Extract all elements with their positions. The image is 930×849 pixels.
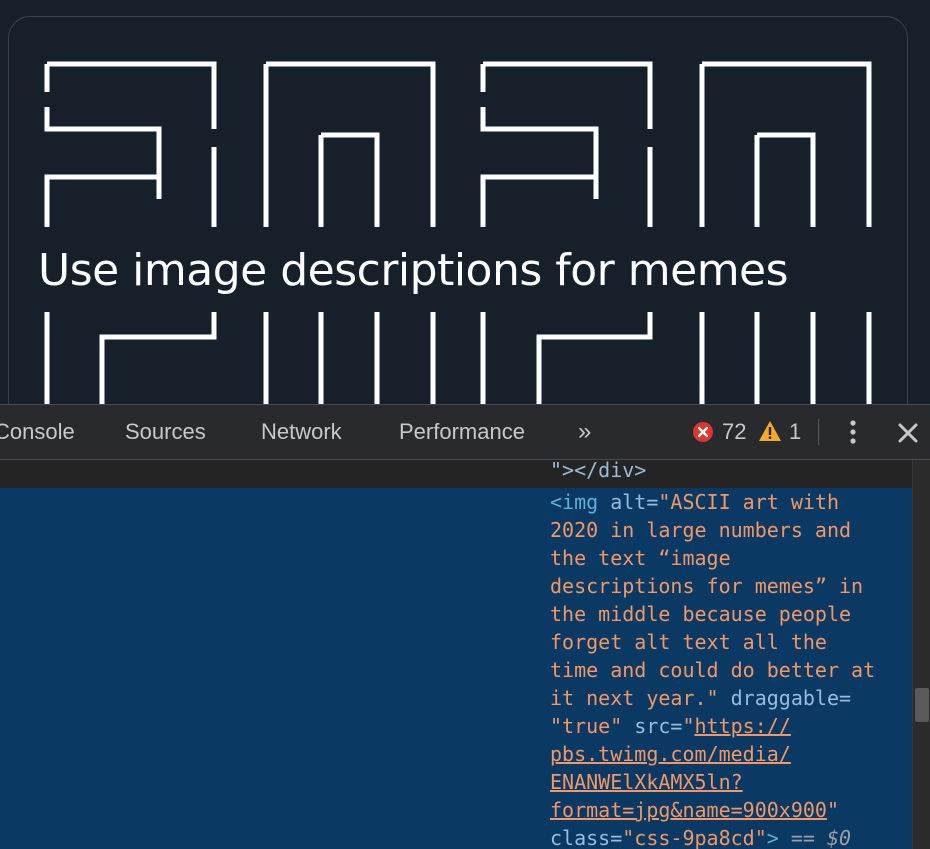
error-icon[interactable] bbox=[692, 421, 714, 443]
alt-value-line: the middle because people bbox=[550, 602, 852, 626]
attr-fragment: "></div> bbox=[550, 460, 647, 482]
src-link[interactable]: pbs.twimg.com/media/ bbox=[550, 742, 791, 766]
tweet-image[interactable]: Use image descriptions for memes bbox=[8, 16, 908, 404]
kebab-menu-icon[interactable] bbox=[840, 419, 866, 445]
warning-icon[interactable] bbox=[758, 420, 782, 442]
attr-eq: = bbox=[646, 490, 659, 514]
tweet-page: Use image descriptions for memes bbox=[0, 0, 930, 404]
img-node-text: <img alt="ASCII art with 2020 in large n… bbox=[550, 488, 910, 849]
attr-src: src= bbox=[622, 714, 683, 738]
draggable-value: "true" bbox=[550, 714, 623, 738]
tab-performance[interactable]: Performance bbox=[399, 405, 525, 459]
tab-console[interactable]: Console bbox=[0, 405, 75, 459]
tabbar-divider bbox=[818, 419, 819, 445]
selected-var-text: $0 bbox=[826, 826, 852, 849]
alt-value-line: the text “image bbox=[550, 546, 731, 570]
src-link[interactable]: format=jpg&name=900x900 bbox=[550, 798, 827, 822]
attr-class: class= bbox=[550, 826, 623, 849]
alt-value-line: time and could do better at bbox=[550, 658, 876, 682]
devtools-tabbar: Console Sources Network Performance » 72… bbox=[0, 405, 930, 460]
ascii-art-2020 bbox=[44, 61, 872, 404]
src-link[interactable]: ENANWElXkAMX5ln? bbox=[550, 770, 743, 794]
meme-caption: Use image descriptions for memes bbox=[38, 245, 789, 296]
alt-value-line: descriptions for memes” in bbox=[550, 574, 864, 598]
close-icon[interactable] bbox=[894, 419, 922, 447]
dom-tree[interactable]: "></div> <img alt="ASCII art with 2020 i… bbox=[0, 460, 912, 849]
elements-panel: "></div> <img alt="ASCII art with 2020 i… bbox=[0, 460, 912, 849]
src-quote-close: " bbox=[826, 798, 839, 822]
alt-value-line: forget alt text all the bbox=[550, 630, 827, 654]
alt-value-line: 2020 in large numbers and bbox=[550, 518, 852, 542]
class-value: "css-9pa8cd" bbox=[622, 826, 767, 849]
selected-marker: == bbox=[778, 826, 827, 849]
src-quote-open: " bbox=[682, 714, 695, 738]
warning-count[interactable]: 1 bbox=[789, 405, 801, 459]
src-link[interactable]: https:// bbox=[695, 714, 791, 738]
error-count[interactable]: 72 bbox=[722, 405, 746, 459]
vertical-scrollbar[interactable] bbox=[912, 460, 930, 849]
attr-alt: alt bbox=[610, 490, 647, 514]
alt-value-line: "ASCII art with bbox=[658, 490, 840, 514]
tag-open: <img bbox=[550, 490, 611, 514]
alt-value-line: it next year." bbox=[550, 686, 719, 710]
more-tabs-icon[interactable]: » bbox=[578, 405, 591, 459]
attr-draggable: draggable= bbox=[718, 686, 852, 710]
scrollbar-thumb[interactable] bbox=[915, 688, 929, 722]
selected-var: $0 bbox=[827, 826, 851, 849]
tag-close: > bbox=[766, 826, 779, 849]
selected-dom-node[interactable]: <img alt="ASCII art with 2020 in large n… bbox=[0, 488, 912, 849]
tab-sources[interactable]: Sources bbox=[125, 405, 206, 459]
devtools-panel: Console Sources Network Performance » 72… bbox=[0, 404, 930, 849]
dom-line-prev[interactable]: "></div> bbox=[550, 460, 646, 484]
tab-network[interactable]: Network bbox=[261, 405, 342, 459]
